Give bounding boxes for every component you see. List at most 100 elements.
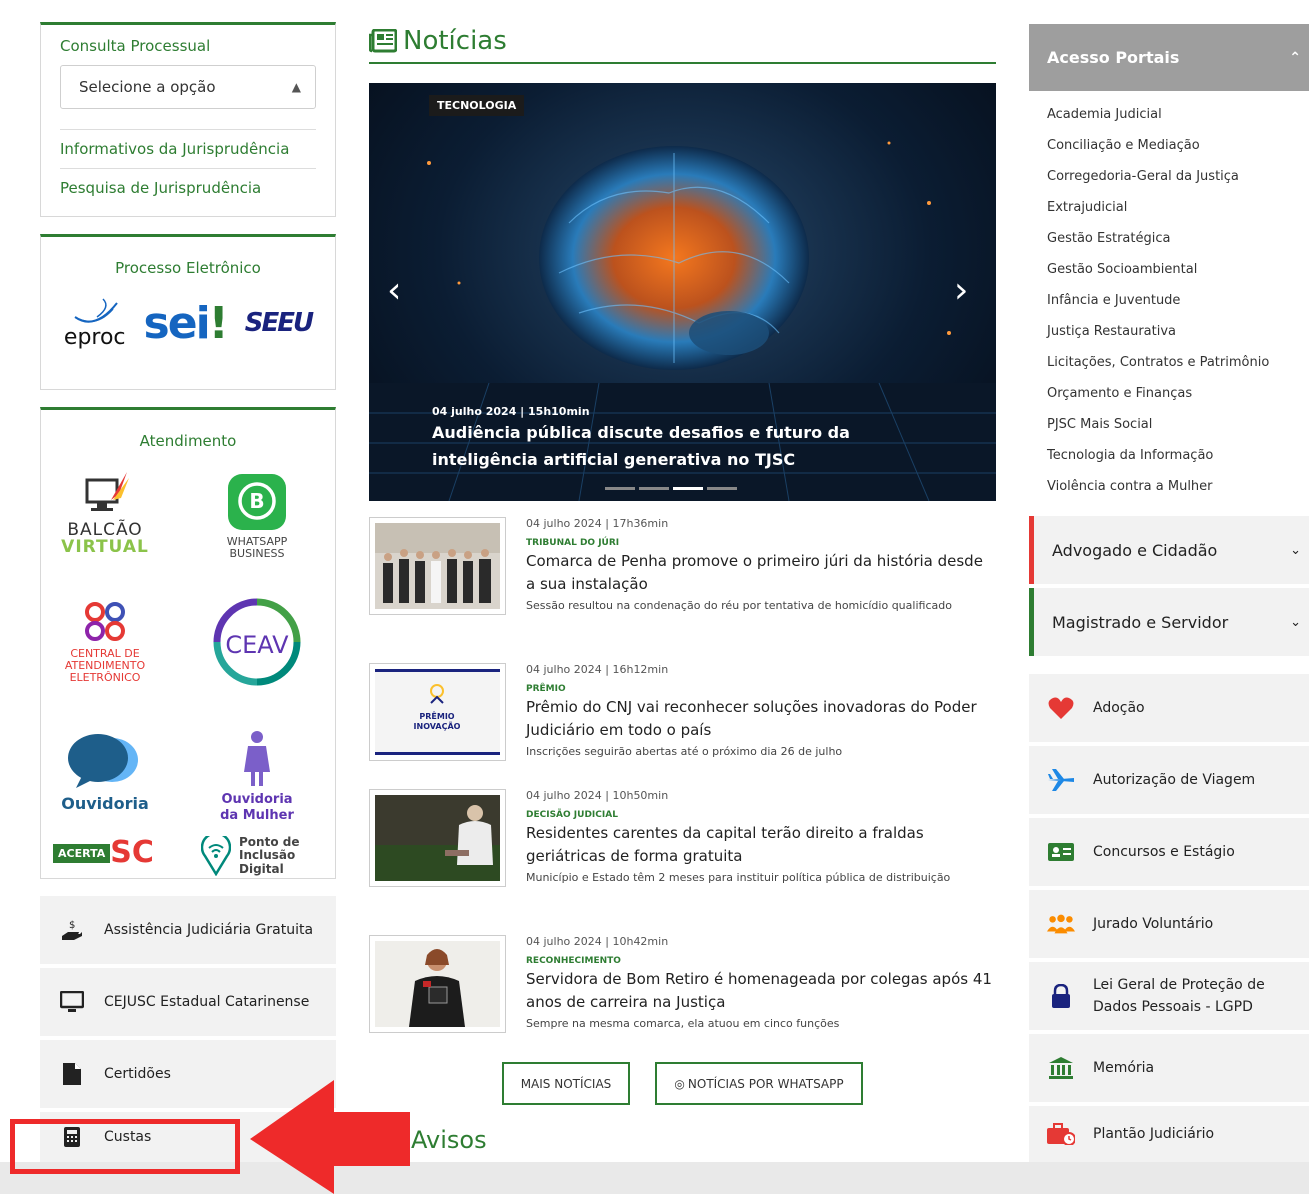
consulta-select[interactable]: Selecione a opção ▲: [60, 65, 316, 109]
news-thumbnail[interactable]: [369, 517, 506, 615]
concursos-estagio-link[interactable]: Concursos e Estágio: [1029, 818, 1309, 886]
lgpd-link[interactable]: Lei Geral de Proteção de Dados Pessoais …: [1029, 962, 1309, 1030]
seeu-logo[interactable]: SEEU: [245, 308, 314, 338]
svg-text:$: $: [69, 920, 75, 931]
eproc-logo[interactable]: eproc: [64, 297, 126, 349]
atendimento-box: Atendimento BALCÃO VIRTUAL B WHATSAPP BU…: [40, 407, 336, 879]
memoria-label: Memória: [1093, 1060, 1155, 1076]
news-thumbnail[interactable]: PRÊMIO INOVAÇÃO: [369, 663, 506, 761]
memoria-link[interactable]: Memória: [1029, 1034, 1309, 1102]
news-title[interactable]: Residentes carentes da capital terão dir…: [526, 822, 996, 868]
pesquisa-link[interactable]: Pesquisa de Jurisprudência: [60, 168, 316, 207]
portal-link[interactable]: Conciliação e Mediação: [1047, 135, 1309, 166]
portal-link[interactable]: Violência contra a Mulher: [1047, 476, 1309, 507]
carousel-tag[interactable]: TECNOLOGIA: [429, 95, 525, 116]
news-title[interactable]: Comarca de Penha promove o primeiro júri…: [526, 550, 996, 596]
news-category[interactable]: TRIBUNAL DO JÚRI: [526, 538, 996, 548]
cejusc-button[interactable]: CEJUSC Estadual Catarinense: [40, 968, 336, 1036]
magistrado-servidor-accordion[interactable]: Magistrado e Servidor ⌄: [1029, 588, 1309, 656]
news-carousel[interactable]: TECNOLOGIA ‹ › 04 julho 2024 | 15h10min …: [369, 83, 996, 501]
sei-logo[interactable]: sei!: [143, 297, 229, 349]
lgpd-line1: Lei Geral de Proteção de: [1093, 977, 1265, 993]
portal-link[interactable]: Corregedoria-Geral da Justiça: [1047, 166, 1309, 197]
news-title[interactable]: Prêmio do CNJ vai reconhecer soluções in…: [526, 696, 996, 742]
jurado-voluntario-link[interactable]: Jurado Voluntário: [1029, 890, 1309, 958]
premio-inovacao-image: PRÊMIO INOVAÇÃO: [375, 669, 500, 755]
ponto-inclusao-link[interactable]: Ponto de Inclusão Digital: [201, 836, 321, 876]
newspaper-icon: [369, 29, 397, 53]
eproc-label: eproc: [63, 325, 126, 350]
consulta-title: Consulta Processual: [60, 37, 211, 55]
sei-label: sei: [143, 297, 211, 349]
noticias-whatsapp-button[interactable]: ◎ NOTÍCIAS POR WHATSAPP: [655, 1062, 863, 1105]
news-title[interactable]: Servidora de Bom Retiro é homenageada po…: [526, 968, 996, 1014]
whatsapp-icon: B: [228, 474, 286, 530]
central-atendimento-link[interactable]: CENTRAL DE ATENDIMENTO ELETRÔNICO: [45, 600, 165, 684]
news-category[interactable]: DECISÃO JUDICIAL: [526, 810, 996, 820]
processo-title: Processo Eletrônico: [115, 259, 261, 277]
ceav-link[interactable]: CEAV: [197, 596, 317, 692]
avisos-title: Avisos: [411, 1126, 487, 1154]
assistencia-label: Assistência Judiciária Gratuita: [104, 922, 314, 938]
carousel-headline[interactable]: Audiência pública discute desafios e fut…: [432, 419, 852, 473]
whatsapp-business-link[interactable]: B WHATSAPP BUSINESS: [197, 472, 317, 560]
plantao-judiciario-link[interactable]: Plantão Judiciário: [1029, 1106, 1309, 1162]
computer-icon: [85, 472, 129, 511]
portal-link[interactable]: Licitações, Contratos e Patrimônio: [1047, 352, 1309, 383]
adocao-label: Adoção: [1093, 700, 1145, 716]
carousel-dot[interactable]: [639, 487, 669, 490]
adocao-link[interactable]: Adoção: [1029, 674, 1309, 742]
news-thumbnail[interactable]: [369, 935, 506, 1033]
news-item[interactable]: 04 julho 2024 | 17h36min TRIBUNAL DO JÚR…: [369, 517, 996, 616]
chevron-down-icon: ⌄: [1290, 614, 1301, 630]
autorizacao-viagem-link[interactable]: Autorização de Viagem: [1029, 746, 1309, 814]
elderly-man-photo-image: [375, 795, 500, 881]
news-item[interactable]: PRÊMIO INOVAÇÃO 04 julho 2024 | 16h12min…: [369, 663, 996, 762]
news-meta: 04 julho 2024 | 10h42min: [526, 935, 669, 948]
portal-link[interactable]: Academia Judicial: [1047, 104, 1309, 135]
id-card-icon: [1047, 843, 1075, 861]
cejusc-label: CEJUSC Estadual Catarinense: [104, 994, 310, 1010]
ouvidoria-mulher-link[interactable]: Ouvidoria da Mulher: [197, 730, 317, 823]
news-item[interactable]: 04 julho 2024 | 10h42min RECONHECIMENTO …: [369, 935, 996, 1034]
news-meta: 04 julho 2024 | 17h36min: [526, 517, 669, 530]
ceav-label: CEAV: [225, 631, 289, 659]
central-atendimento-icon: [85, 602, 125, 641]
document-icon: [60, 1062, 84, 1086]
portal-link[interactable]: Infância e Juventude: [1047, 290, 1309, 321]
portal-link[interactable]: Orçamento e Finanças: [1047, 383, 1309, 414]
news-thumbnail[interactable]: [369, 789, 506, 887]
carousel-dot[interactable]: [707, 487, 737, 490]
portal-link[interactable]: PJSC Mais Social: [1047, 414, 1309, 445]
portal-link[interactable]: Extrajudicial: [1047, 197, 1309, 228]
ouvidoria-label: Ouvidoria: [61, 794, 149, 813]
jurado-label: Jurado Voluntário: [1093, 916, 1214, 932]
portal-link[interactable]: Tecnologia da Informação: [1047, 445, 1309, 476]
premio-thumb-line2: INOVAÇÃO: [414, 721, 461, 731]
advogado-cidadao-accordion[interactable]: Advogado e Cidadão ⌄: [1029, 516, 1309, 584]
portal-link[interactable]: Gestão Socioambiental: [1047, 259, 1309, 290]
ouvidoria-mulher-line2: da Mulher: [220, 807, 294, 823]
informativos-link[interactable]: Informativos da Jurisprudência: [60, 129, 316, 168]
portal-link[interactable]: Justiça Restaurativa: [1047, 321, 1309, 352]
news-category[interactable]: PRÊMIO: [526, 684, 996, 694]
balcao-virtual-link[interactable]: BALCÃO VIRTUAL: [45, 470, 165, 556]
ouvidoria-link[interactable]: Ouvidoria: [45, 730, 165, 813]
acesso-portais-header[interactable]: Acesso Portais ⌃: [1029, 24, 1309, 91]
certidoes-label: Certidões: [104, 1066, 171, 1082]
news-category[interactable]: RECONHECIMENTO: [526, 956, 996, 966]
assistencia-button[interactable]: $ Assistência Judiciária Gratuita: [40, 896, 336, 964]
portal-list: Academia Judicial Conciliação e Mediação…: [1047, 104, 1309, 507]
mais-noticias-button[interactable]: MAIS NOTÍCIAS: [502, 1062, 630, 1105]
carousel-dot-active[interactable]: [673, 487, 703, 490]
news-subtitle: Sessão resultou na condenação do réu por…: [526, 599, 952, 612]
carousel-next-icon[interactable]: ›: [954, 273, 968, 309]
select-value: Selecione a opção: [79, 78, 216, 96]
atendimento-title: Atendimento: [139, 432, 237, 450]
airplane-icon: [1047, 769, 1075, 791]
acerta-sc-link[interactable]: ACERTA SC: [53, 838, 173, 868]
news-item[interactable]: 04 julho 2024 | 10h50min DECISÃO JUDICIA…: [369, 789, 996, 888]
carousel-dot[interactable]: [605, 487, 635, 490]
carousel-prev-icon[interactable]: ‹: [387, 273, 401, 309]
portal-link[interactable]: Gestão Estratégica: [1047, 228, 1309, 259]
